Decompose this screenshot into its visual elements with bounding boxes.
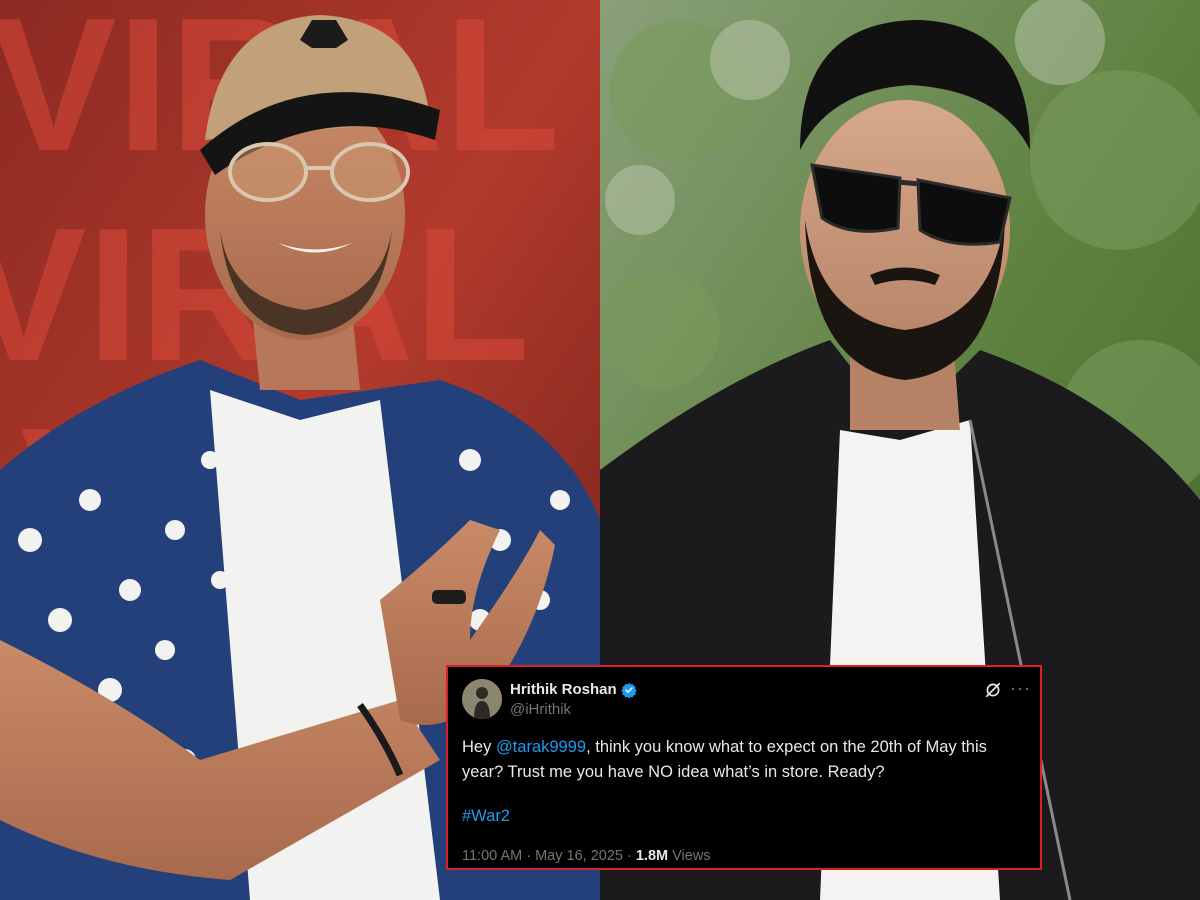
verified-badge-icon xyxy=(621,682,637,698)
meta-separator: · xyxy=(522,848,536,864)
tweet-meta: 11:00 AM · May 16, 2025 · 1.8M Views xyxy=(462,848,711,864)
tweet-date[interactable]: May 16, 2025 xyxy=(535,848,623,864)
handle[interactable]: @iHrithik xyxy=(510,701,571,718)
tweet-text-prefix: Hey xyxy=(462,738,496,756)
views-count: 1.8M xyxy=(635,848,669,864)
meta-separator: · xyxy=(622,848,636,864)
more-options-icon[interactable]: ··· xyxy=(1010,679,1031,697)
display-name[interactable]: Hrithik Roshan xyxy=(510,681,617,698)
avatar[interactable] xyxy=(462,679,502,719)
tweet-card[interactable]: Hrithik Roshan @iHrithik ··· Hey @tarak9… xyxy=(446,665,1042,870)
grok-icon[interactable] xyxy=(984,681,1002,699)
hashtag-link[interactable]: #War2 xyxy=(462,807,510,826)
tweet-time[interactable]: 11:00 AM xyxy=(462,848,522,864)
mention-link[interactable]: @tarak9999 xyxy=(496,738,586,756)
views-label: Views xyxy=(668,848,711,864)
tweet-text: Hey @tarak9999, think you know what to e… xyxy=(462,735,1032,785)
